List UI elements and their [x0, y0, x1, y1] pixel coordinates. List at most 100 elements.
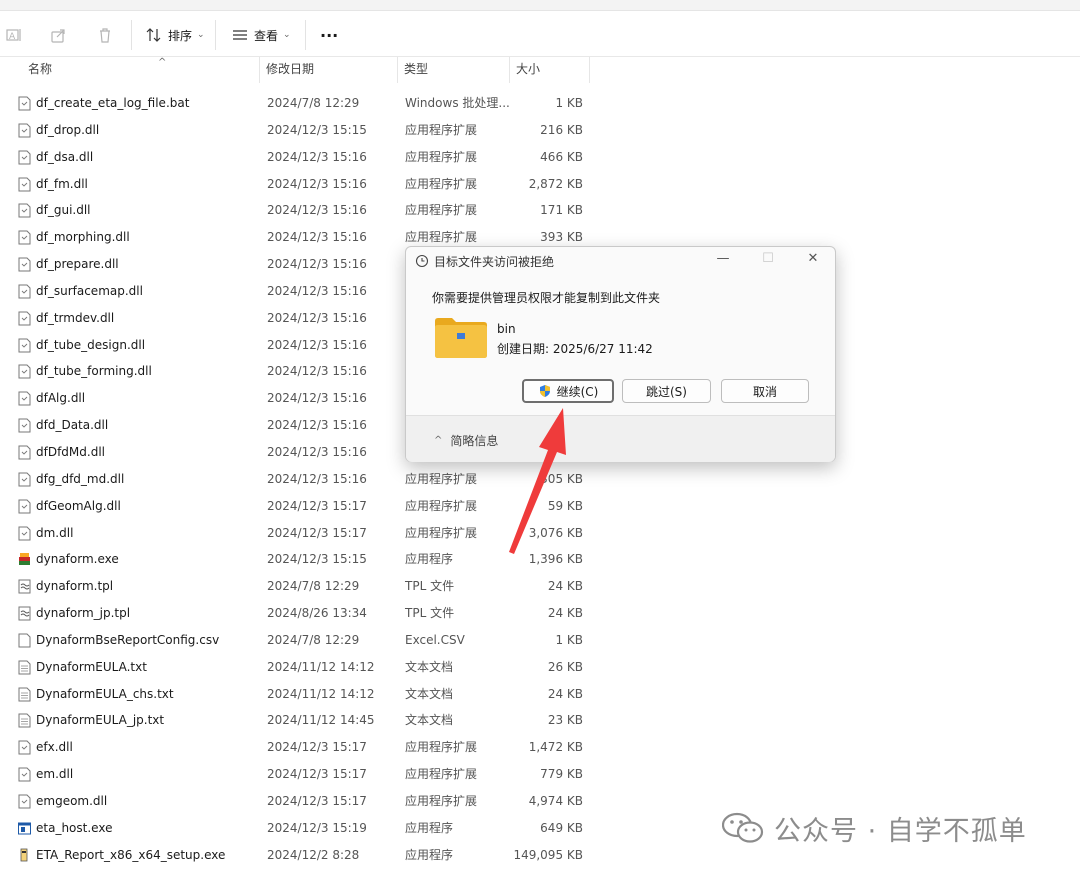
column-header-date[interactable]: 修改日期	[260, 57, 398, 83]
file-type: 应用程序扩展	[405, 525, 478, 540]
file-name: df_drop.dll	[36, 122, 100, 137]
file-date: 2024/8/26 13:34	[267, 606, 367, 621]
dll-file-icon	[18, 526, 31, 541]
file-type: 文本文档	[405, 659, 454, 674]
file-type: 文本文档	[405, 686, 454, 701]
dynaform-app-icon	[18, 552, 31, 567]
file-type: 应用程序扩展	[405, 203, 478, 218]
column-date-label: 修改日期	[266, 62, 315, 76]
file-date: 2024/12/2 8:28	[267, 847, 360, 862]
file-name: efx.dll	[36, 740, 73, 755]
file-row[interactable]: DynaformEULA_chs.txt 2024/11/12 14:12 文本文档…	[0, 681, 1080, 708]
trash-icon	[100, 28, 110, 43]
dll-file-icon	[18, 123, 31, 138]
more-options-button[interactable]: ···	[320, 23, 338, 47]
dll-file-icon	[18, 150, 31, 165]
dll-file-icon	[18, 391, 31, 406]
file-size: 779 KB	[540, 767, 583, 782]
file-name: dfDfdMd.dll	[36, 444, 105, 459]
file-date: 2024/12/3 15:16	[267, 310, 367, 325]
file-type: TPL 文件	[405, 606, 455, 621]
sort-button[interactable]: 排序 ⌄	[146, 23, 205, 47]
file-row[interactable]: df_drop.dll 2024/12/3 15:15 应用程序扩展 216 KB	[0, 117, 1080, 144]
file-name: df_tube_forming.dll	[36, 364, 152, 379]
file-size: 1,472 KB	[528, 740, 583, 755]
minimize-button[interactable]: —	[713, 251, 733, 266]
continue-label: 继续(C)	[556, 384, 599, 399]
file-name: em.dll	[36, 767, 74, 782]
file-row[interactable]: dynaform_jp.tpl 2024/8/26 13:34 TPL 文件 24 K…	[0, 600, 1080, 627]
share-button[interactable]	[50, 23, 68, 47]
column-header-size[interactable]: 大小	[510, 57, 590, 83]
file-row[interactable]: efx.dll 2024/12/3 15:17 应用程序扩展 1,472 KB	[0, 734, 1080, 761]
file-date: 2024/11/12 14:12	[267, 686, 375, 701]
file-name: df_trmdev.dll	[36, 310, 115, 325]
file-row[interactable]: DynaformBseReportConfig.csv 2024/7/8 12:2…	[0, 627, 1080, 654]
file-row[interactable]: em.dll 2024/12/3 15:17 应用程序扩展 779 KB	[0, 761, 1080, 788]
file-row[interactable]: df_create_eta_log_file.bat 2024/7/8 12:29…	[0, 90, 1080, 117]
file-name: df_fm.dll	[36, 176, 88, 191]
file-row[interactable]: df_dsa.dll 2024/12/3 15:16 应用程序扩展 466 KB	[0, 144, 1080, 171]
file-date: 2024/12/3 15:15	[267, 122, 367, 137]
file-type: 应用程序扩展	[405, 740, 478, 755]
file-size: 24 KB	[547, 579, 583, 594]
rename-icon: A	[6, 29, 21, 42]
delete-button[interactable]	[96, 23, 114, 47]
file-date: 2024/12/3 15:17	[267, 793, 367, 808]
file-row[interactable]: dynaform.tpl 2024/7/8 12:29 TPL 文件 24 KB	[0, 573, 1080, 600]
file-date: 2024/7/8 12:29	[267, 579, 360, 594]
file-date: 2024/7/8 12:29	[267, 632, 360, 647]
file-size: 23 KB	[547, 713, 583, 728]
red-arrow-annotation	[509, 408, 566, 554]
maximize-button[interactable]: ☐	[758, 251, 778, 266]
file-type: Windows 批处理...	[405, 96, 510, 110]
file-name: DynaformEULA_jp.txt	[36, 713, 165, 728]
dll-file-icon	[18, 311, 31, 326]
dll-file-icon	[18, 257, 31, 272]
view-button[interactable]: 查看 ⌄	[232, 23, 291, 47]
close-button[interactable]: ✕	[803, 251, 823, 266]
column-header-name[interactable]: 名称 ^	[22, 57, 260, 83]
file-name: df_surfacemap.dll	[36, 283, 143, 298]
column-header-type[interactable]: 类型	[398, 57, 510, 83]
file-row[interactable]: df_fm.dll 2024/12/3 15:16 应用程序扩展 2,872 KB	[0, 171, 1080, 198]
column-size-label: 大小	[516, 62, 541, 76]
file-name: ETA_Report_x86_x64_setup.exe	[36, 847, 226, 862]
rename-button[interactable]: A	[5, 23, 23, 47]
file-name: df_tube_design.dll	[36, 337, 146, 352]
file-name: df_prepare.dll	[36, 257, 119, 272]
file-name: DynaformBseReportConfig.csv	[36, 632, 220, 647]
file-type: 应用程序	[405, 847, 454, 862]
setup-app-icon	[18, 848, 31, 863]
file-date: 2024/12/3 15:16	[267, 391, 367, 406]
sort-icon	[146, 28, 161, 42]
dialog-footer: ^ 简略信息	[406, 415, 835, 462]
file-type: 应用程序	[405, 552, 454, 567]
file-row[interactable]: DynaformEULA.txt 2024/11/12 14:12 文本文档 26 K…	[0, 654, 1080, 681]
file-date: 2024/12/3 15:16	[267, 257, 367, 272]
chevron-down-icon: ⌄	[283, 30, 291, 40]
dll-file-icon	[18, 364, 31, 379]
csv-file-icon	[18, 633, 31, 648]
tpl-file-icon	[18, 579, 31, 594]
dll-file-icon	[18, 499, 31, 514]
file-date: 2024/12/3 15:17	[267, 767, 367, 782]
file-row[interactable]: df_gui.dll 2024/12/3 15:16 应用程序扩展 171 KB	[0, 197, 1080, 224]
dll-file-icon	[18, 338, 31, 353]
fewer-details-label: 简略信息	[450, 434, 499, 448]
file-date: 2024/12/3 15:16	[267, 230, 367, 245]
fewer-details-toggle[interactable]: ^ 简略信息	[434, 432, 498, 449]
file-type: 应用程序扩展	[405, 471, 478, 486]
dll-file-icon	[18, 284, 31, 299]
file-date: 2024/12/3 15:16	[267, 203, 367, 218]
file-size: 171 KB	[540, 203, 583, 218]
view-label: 查看	[254, 28, 279, 43]
file-name: df_dsa.dll	[36, 149, 94, 164]
svg-text:A: A	[9, 32, 16, 42]
dll-file-icon	[18, 445, 31, 460]
file-type: 文本文档	[405, 713, 454, 728]
cancel-button[interactable]: 取消	[721, 379, 809, 403]
file-name: dfd_Data.dll	[36, 418, 109, 433]
skip-button[interactable]: 跳过(S)	[622, 379, 711, 403]
file-row[interactable]: DynaformEULA_jp.txt 2024/11/12 14:45 文本文档 2…	[0, 707, 1080, 734]
